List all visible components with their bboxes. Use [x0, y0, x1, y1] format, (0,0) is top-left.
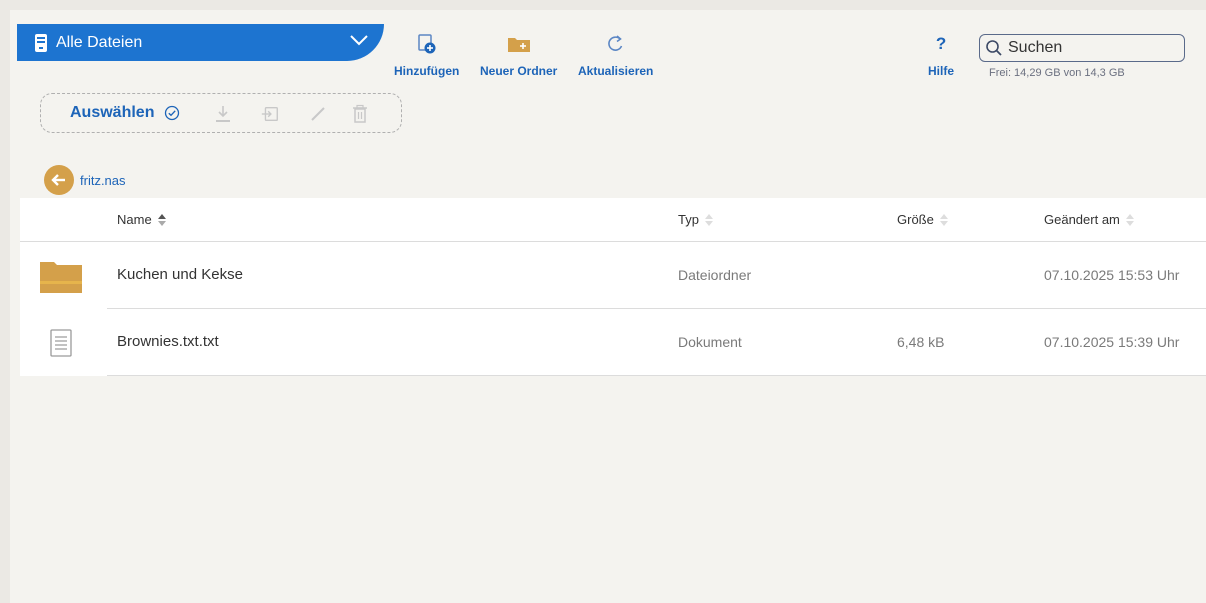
- sort-icon: [939, 213, 948, 226]
- search-placeholder: Suchen: [1008, 39, 1063, 56]
- refresh-label: Aktualisieren: [578, 64, 654, 78]
- back-arrow-icon[interactable]: [44, 165, 74, 195]
- sort-icon: [1125, 213, 1134, 226]
- move-icon[interactable]: [260, 104, 280, 124]
- breadcrumb: fritz.nas: [44, 165, 126, 195]
- file-size: 6,48 kB: [897, 334, 945, 350]
- column-type[interactable]: Typ: [678, 212, 713, 227]
- new-folder-button[interactable]: Neuer Ordner: [480, 32, 557, 78]
- file-table: Name Typ Größe Geändert am Kuchen und Ke…: [20, 198, 1206, 376]
- add-button[interactable]: Hinzufügen: [394, 32, 459, 78]
- edit-icon[interactable]: [308, 104, 328, 124]
- select-button[interactable]: Auswählen: [70, 104, 154, 122]
- table-row[interactable]: Kuchen und Kekse Dateiordner 07.10.2025 …: [20, 242, 1206, 309]
- delete-icon[interactable]: [350, 104, 370, 124]
- selection-toolbar: Auswählen: [40, 93, 402, 133]
- column-modified[interactable]: Geändert am: [1044, 212, 1134, 227]
- select-check-icon[interactable]: [164, 105, 180, 121]
- search-input[interactable]: Suchen: [979, 34, 1185, 62]
- help-icon: ?: [935, 34, 947, 53]
- file-name[interactable]: Kuchen und Kekse: [117, 266, 243, 283]
- add-label: Hinzufügen: [394, 64, 460, 78]
- sort-icon: [157, 213, 166, 226]
- file-modified: 07.10.2025 15:39 Uhr: [1044, 334, 1180, 350]
- sort-icon: [704, 213, 713, 226]
- file-manager: Alle Dateien Hinzufügen Neuer Ordner Akt…: [10, 10, 1206, 603]
- dropdown-label: Alle Dateien: [56, 33, 143, 51]
- document-icon: [40, 326, 82, 360]
- file-name[interactable]: Brownies.txt.txt: [117, 333, 219, 350]
- row-divider: [107, 375, 1206, 376]
- file-type: Dateiordner: [678, 267, 752, 283]
- file-type: Dokument: [678, 334, 742, 350]
- table-row[interactable]: Brownies.txt.txt Dokument 6,48 kB 07.10.…: [20, 309, 1206, 376]
- new-folder-label: Neuer Ordner: [480, 64, 558, 78]
- window-left-strip: [0, 0, 10, 603]
- new-folder-icon: [507, 32, 531, 56]
- folder-icon: [40, 259, 82, 293]
- breadcrumb-link[interactable]: fritz.nas: [80, 173, 126, 188]
- chevron-down-icon: [349, 33, 369, 52]
- help-button[interactable]: ? Hilfe: [928, 32, 954, 78]
- file-modified: 07.10.2025 15:53 Uhr: [1044, 267, 1180, 283]
- view-dropdown[interactable]: Alle Dateien: [17, 24, 384, 61]
- window-top-strip: [0, 0, 1206, 10]
- table-header: Name Typ Größe Geändert am: [20, 198, 1206, 242]
- add-file-icon: [416, 32, 438, 56]
- column-name[interactable]: Name: [117, 212, 166, 227]
- help-label: Hilfe: [928, 64, 955, 78]
- storage-device-icon: [34, 32, 50, 54]
- column-size[interactable]: Größe: [897, 212, 948, 227]
- download-icon[interactable]: [213, 104, 233, 124]
- search-icon: [985, 39, 1003, 57]
- refresh-icon: [606, 32, 626, 56]
- refresh-button[interactable]: Aktualisieren: [578, 32, 653, 78]
- storage-info: Frei: 14,29 GB von 14,3 GB: [989, 67, 1125, 79]
